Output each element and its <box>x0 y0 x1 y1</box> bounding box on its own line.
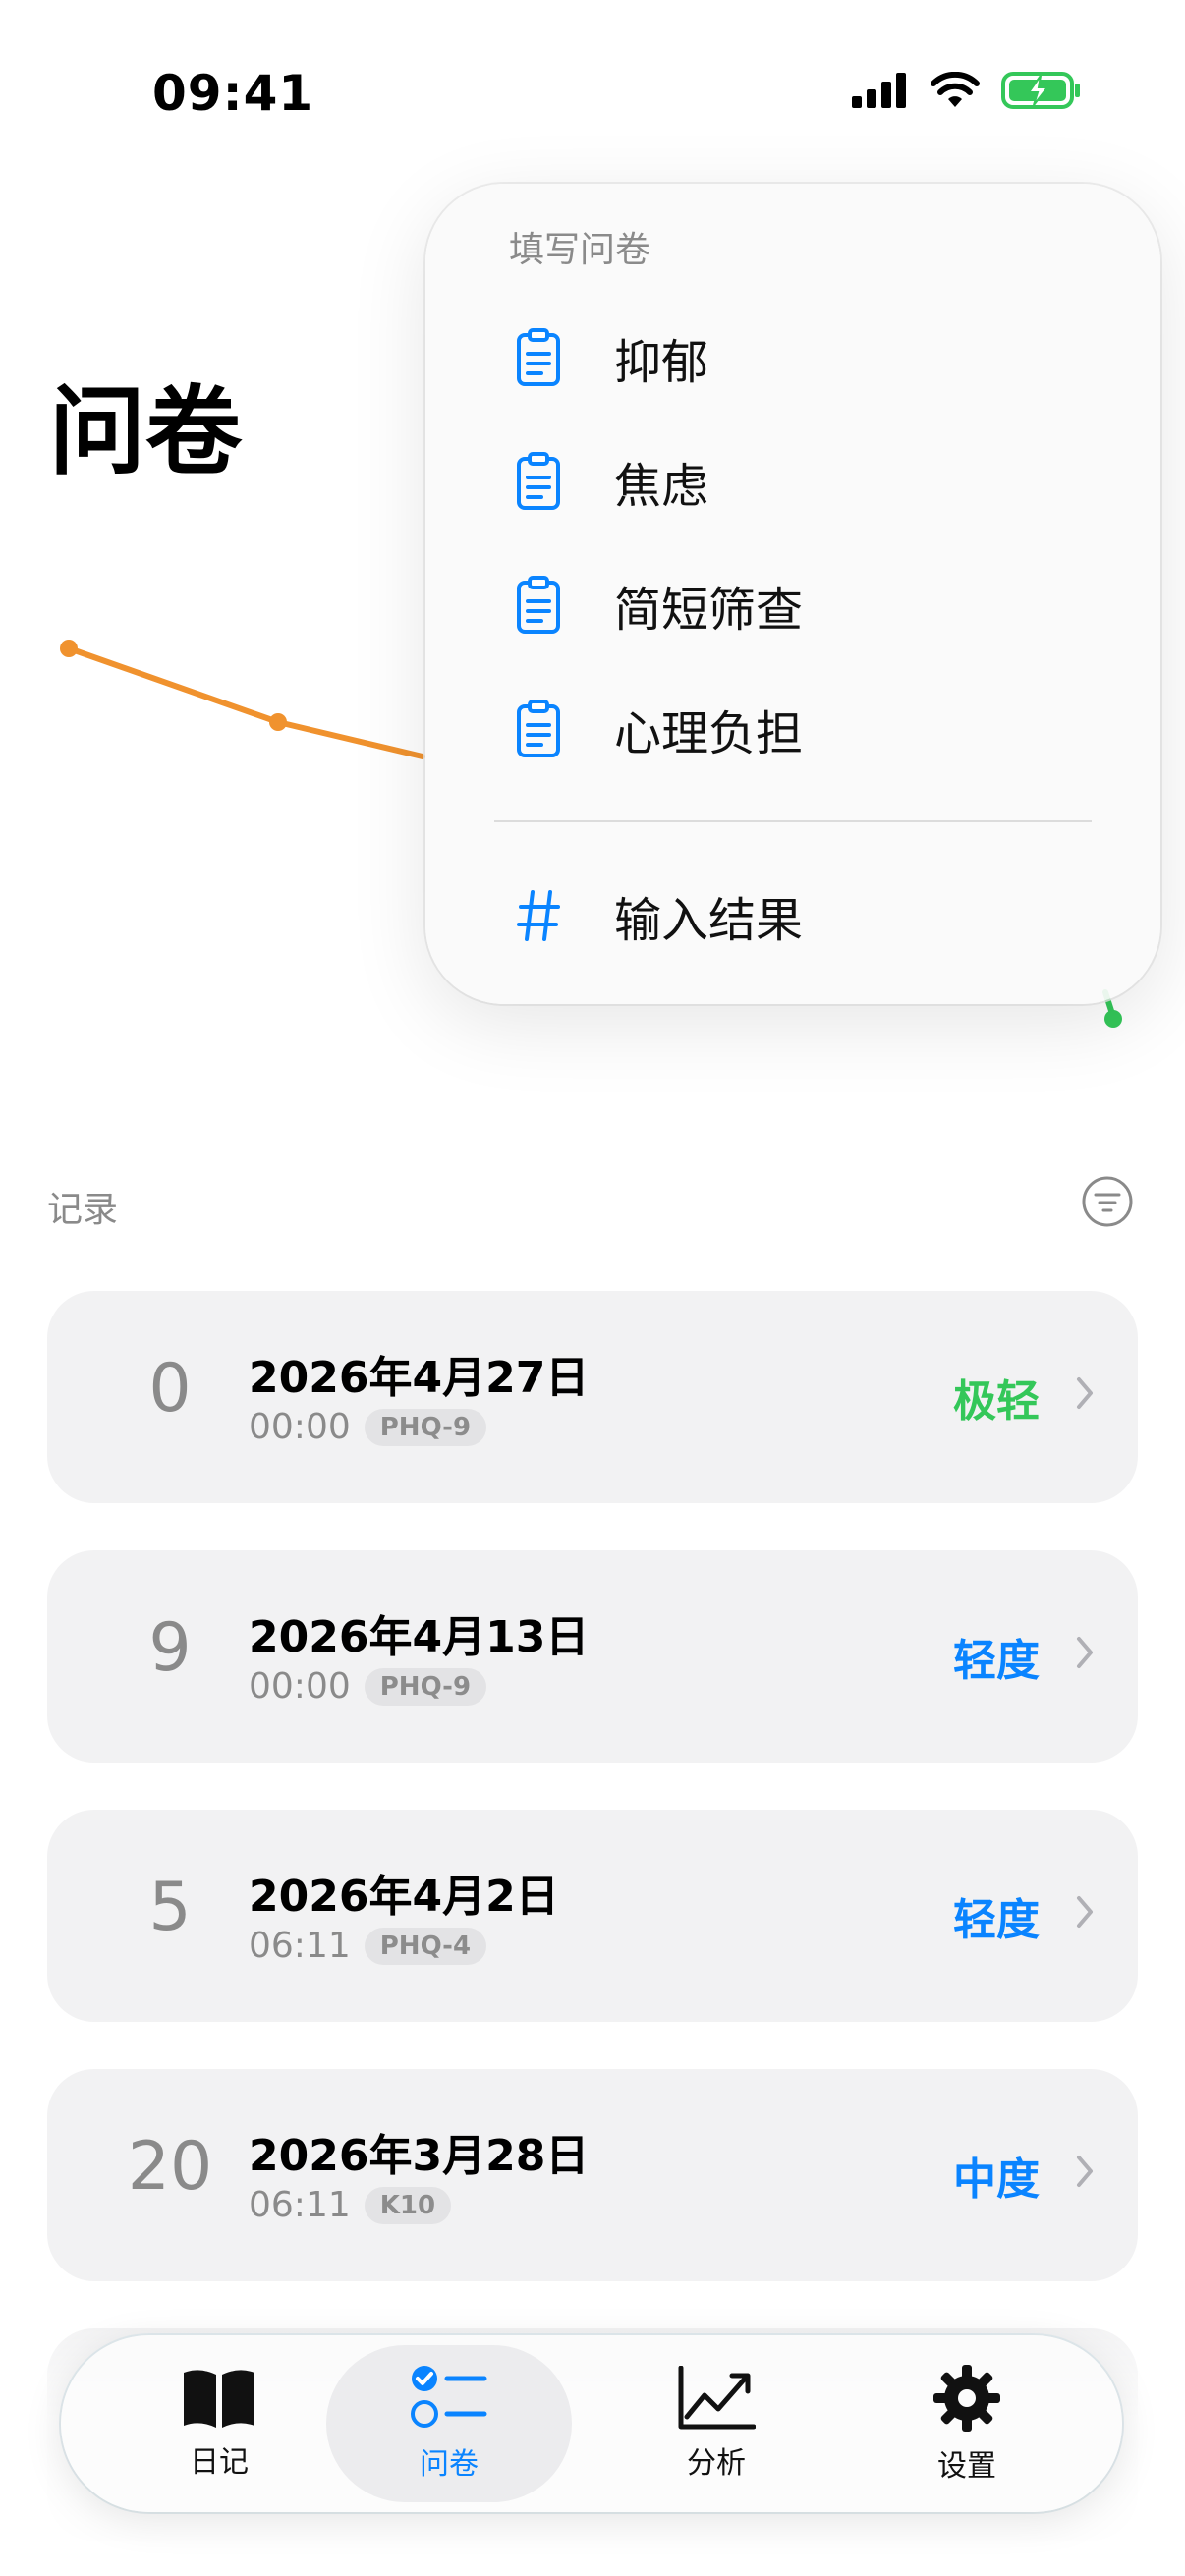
record-meta: 00:00 PHQ-9 <box>249 1407 487 1447</box>
menu-item-depression[interactable]: 抑郁 <box>425 304 1160 412</box>
checklist-icon <box>411 2366 487 2428</box>
wifi-icon <box>931 72 980 107</box>
record-date: 2026年3月28日 <box>249 2131 590 2181</box>
chevron-right-icon <box>1077 1377 1093 1409</box>
status-time: 09:41 <box>152 65 314 122</box>
record-time: 00:00 <box>249 1407 351 1447</box>
tab-diary[interactable]: 日记 <box>96 2335 342 2512</box>
gear-icon <box>933 2365 1000 2432</box>
record-card[interactable]: 0 2026年4月27日 00:00 PHQ-9 极轻 <box>47 1291 1138 1503</box>
record-date: 2026年4月13日 <box>249 1612 590 1662</box>
record-score: 9 <box>148 1609 192 1687</box>
menu-item-brief-screening[interactable]: 简短筛查 <box>425 551 1160 659</box>
tab-questionnaire[interactable]: 问卷 <box>326 2345 572 2502</box>
menu-item-anxiety[interactable]: 焦虑 <box>425 427 1160 535</box>
record-meta: 06:11 K10 <box>249 2185 452 2225</box>
record-level: 轻度 <box>953 1636 1040 1686</box>
record-score: 5 <box>148 1869 192 1946</box>
record-tag: K10 <box>364 2186 452 2224</box>
tab-analysis[interactable]: 分析 <box>593 2335 839 2512</box>
record-tag: PHQ-4 <box>364 1927 487 1965</box>
menu-item-enter-result[interactable]: 输入结果 <box>425 862 1160 970</box>
record-card[interactable]: 9 2026年4月13日 00:00 PHQ-9 轻度 <box>47 1550 1138 1763</box>
record-card[interactable]: 20 2026年3月28日 06:11 K10 中度 <box>47 2069 1138 2281</box>
record-score: 20 <box>127 2128 213 2206</box>
clipboard-icon <box>504 576 573 635</box>
hash-icon <box>504 888 573 943</box>
chevron-right-icon <box>1077 1637 1093 1668</box>
menu-item-label: 抑郁 <box>614 335 709 390</box>
record-tag: PHQ-9 <box>364 1667 487 1706</box>
status-icons <box>852 71 1082 110</box>
tab-label: 日记 <box>190 2445 249 2480</box>
clipboard-icon <box>504 452 573 511</box>
chevron-right-icon <box>1077 1896 1093 1928</box>
record-time: 06:11 <box>249 1926 351 1966</box>
trend-point <box>269 713 287 731</box>
record-score: 0 <box>148 1350 192 1428</box>
menu-header: 填写问卷 <box>509 230 651 270</box>
record-meta: 00:00 PHQ-9 <box>249 1666 487 1707</box>
record-time: 00:00 <box>249 1666 351 1707</box>
menu-divider <box>494 820 1092 822</box>
tab-label: 设置 <box>937 2449 996 2484</box>
trend-point <box>1104 1010 1122 1028</box>
record-level: 轻度 <box>953 1895 1040 1945</box>
record-tag: PHQ-9 <box>364 1408 487 1446</box>
chart-icon <box>678 2366 756 2430</box>
record-level: 中度 <box>953 2155 1040 2205</box>
tab-settings[interactable]: 设置 <box>844 2335 1090 2512</box>
questionnaire-menu: 填写问卷 抑郁 焦虑 简短筛查 心理负担 输入结果 <box>425 184 1160 1004</box>
record-card[interactable]: 5 2026年4月2日 06:11 PHQ-4 轻度 <box>47 1810 1138 2022</box>
record-time: 06:11 <box>249 2185 351 2225</box>
trend-point <box>60 640 78 657</box>
tab-label: 分析 <box>687 2446 746 2481</box>
tab-bar: 日记 问卷 分析 设置 <box>61 2335 1122 2512</box>
signal-icon <box>852 73 906 108</box>
page-title: 问卷 <box>49 376 243 488</box>
menu-item-label: 焦虑 <box>614 459 709 514</box>
tab-label: 问卷 <box>420 2447 479 2482</box>
record-level: 极轻 <box>953 1376 1040 1427</box>
filter-button[interactable] <box>1081 1175 1134 1228</box>
record-meta: 06:11 PHQ-4 <box>249 1926 487 1966</box>
filter-icon <box>1082 1176 1133 1227</box>
menu-item-label: 简短筛查 <box>614 583 804 638</box>
clipboard-icon <box>504 700 573 758</box>
trend-line <box>66 645 425 759</box>
menu-item-label: 输入结果 <box>614 893 804 948</box>
records-label: 记录 <box>47 1190 119 1230</box>
clipboard-icon <box>504 328 573 387</box>
menu-item-psychological-burden[interactable]: 心理负担 <box>425 675 1160 783</box>
menu-item-label: 心理负担 <box>614 706 804 761</box>
record-date: 2026年4月2日 <box>249 1872 559 1922</box>
book-icon <box>184 2370 254 2428</box>
record-date: 2026年4月27日 <box>249 1353 590 1403</box>
chevron-right-icon <box>1077 2156 1093 2187</box>
battery-charging-icon <box>1001 72 1080 109</box>
